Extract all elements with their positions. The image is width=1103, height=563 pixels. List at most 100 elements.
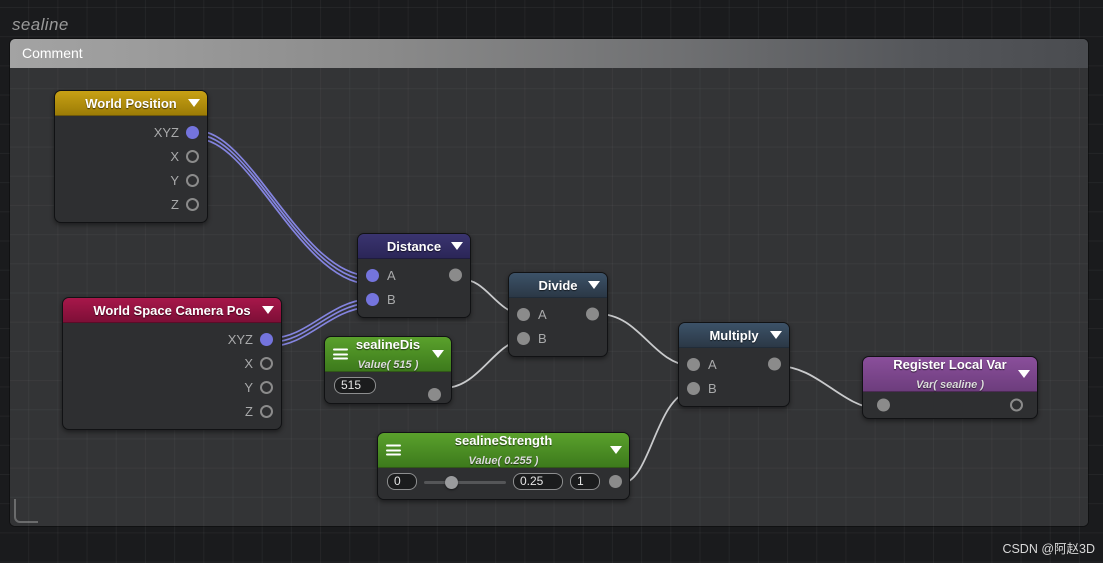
- node-body: A B: [358, 259, 470, 317]
- port-dot-x[interactable]: [186, 149, 199, 163]
- node-world-position[interactable]: World Position XYZ X Y Z: [54, 90, 208, 223]
- port-dot-output[interactable]: [586, 307, 599, 321]
- node-header[interactable]: sealineStrength Value( 0.255 ): [378, 433, 629, 468]
- port-label: Y: [170, 172, 179, 188]
- port-dot-input-b[interactable]: [517, 331, 530, 345]
- slider-max-input[interactable]: 1: [570, 473, 600, 490]
- port-dot-input-b[interactable]: [687, 381, 700, 395]
- node-header[interactable]: Distance: [358, 234, 470, 259]
- port-dot-output[interactable]: [609, 475, 622, 488]
- port-label: A: [538, 306, 547, 322]
- port-row-z[interactable]: Z: [63, 399, 281, 423]
- port-dot-z[interactable]: [186, 197, 199, 211]
- node-title: Distance: [386, 238, 442, 254]
- port-row-b[interactable]: B: [509, 326, 607, 350]
- node-title: Register Local Var: [893, 357, 1007, 372]
- port-label: A: [387, 267, 396, 283]
- node-header[interactable]: World Position: [55, 91, 207, 116]
- chevron-down-icon[interactable]: [188, 99, 200, 107]
- node-sealine-strength[interactable]: sealineStrength Value( 0.255 ) 0 0.25 1: [377, 432, 630, 500]
- port-label: Y: [244, 379, 253, 395]
- node-body: A B: [509, 298, 607, 356]
- slider-knob[interactable]: [444, 475, 458, 489]
- chevron-down-icon[interactable]: [451, 242, 463, 250]
- hamburger-menu-icon[interactable]: [333, 348, 348, 360]
- port-row-b[interactable]: B: [358, 287, 470, 311]
- node-divide[interactable]: Divide A B: [508, 272, 608, 357]
- node-body: XYZ X Y Z: [63, 323, 281, 429]
- port-row-x[interactable]: X: [55, 144, 207, 168]
- slider-value-input[interactable]: 0.25: [513, 473, 563, 490]
- node-distance[interactable]: Distance A B: [357, 233, 471, 318]
- port-dot-y[interactable]: [260, 380, 273, 394]
- port-dot-input[interactable]: [877, 398, 890, 412]
- port-dot-x[interactable]: [260, 356, 273, 370]
- port-dot-input-a[interactable]: [687, 357, 700, 371]
- comment-group-label: Comment: [22, 45, 83, 61]
- slider-row[interactable]: 0 0.25 1: [378, 468, 629, 493]
- port-label: X: [170, 148, 179, 164]
- value-slider[interactable]: [424, 474, 506, 490]
- node-title: Divide: [538, 277, 578, 293]
- chevron-down-icon[interactable]: [432, 350, 444, 358]
- port-label: X: [244, 355, 253, 371]
- io-row[interactable]: [863, 392, 1037, 418]
- node-header[interactable]: Multiply: [679, 323, 789, 348]
- port-label: A: [708, 356, 717, 372]
- port-dot-input-b[interactable]: [366, 292, 379, 306]
- port-row-x[interactable]: X: [63, 351, 281, 375]
- comment-group-header[interactable]: Comment: [10, 39, 1088, 68]
- chevron-down-icon[interactable]: [610, 446, 622, 454]
- node-world-space-camera-pos[interactable]: World Space Camera Pos XYZ X Y Z: [62, 297, 282, 430]
- chevron-down-icon[interactable]: [1018, 370, 1030, 378]
- port-row-a[interactable]: A: [509, 302, 607, 326]
- port-row-z[interactable]: Z: [55, 192, 207, 216]
- watermark: CSDN @阿赵3D: [1002, 542, 1095, 556]
- shader-graph-canvas[interactable]: sealine Comment World Position XYZ X Y Z…: [0, 0, 1103, 563]
- port-label: XYZ: [153, 124, 179, 140]
- node-register-local-var[interactable]: Register Local Var Var( sealine ): [862, 356, 1038, 419]
- port-row-y[interactable]: Y: [63, 375, 281, 399]
- port-dot-output[interactable]: [428, 388, 441, 401]
- port-row-xyz[interactable]: XYZ: [63, 327, 281, 351]
- node-title: sealineDis: [355, 337, 421, 352]
- node-multiply[interactable]: Multiply A B: [678, 322, 790, 407]
- port-dot-y[interactable]: [186, 173, 199, 187]
- port-label: B: [538, 330, 547, 346]
- slider-min-input[interactable]: 0: [387, 473, 417, 490]
- chevron-down-icon[interactable]: [770, 331, 782, 339]
- port-dot-input-a[interactable]: [517, 307, 530, 321]
- port-row-xyz[interactable]: XYZ: [55, 120, 207, 144]
- node-subtitle: Value( 0.255 ): [468, 455, 539, 467]
- node-sealine-dis[interactable]: sealineDis Value( 515 ) 515: [324, 336, 452, 404]
- port-row-a[interactable]: A: [679, 352, 789, 376]
- chevron-down-icon[interactable]: [588, 281, 600, 289]
- slider-track: [424, 480, 506, 484]
- node-body: 0 0.25 1: [378, 468, 629, 499]
- value-input[interactable]: 515: [334, 377, 376, 394]
- port-dot-xyz[interactable]: [186, 125, 199, 139]
- port-dot-xyz[interactable]: [260, 332, 273, 346]
- port-dot-output[interactable]: [449, 268, 462, 282]
- port-dot-output[interactable]: [1010, 398, 1023, 412]
- node-header[interactable]: Divide: [509, 273, 607, 298]
- port-label: Z: [171, 196, 179, 212]
- node-subtitle: Var( sealine ): [915, 379, 985, 391]
- node-header[interactable]: sealineDis Value( 515 ): [325, 337, 451, 372]
- hamburger-menu-icon[interactable]: [386, 444, 401, 456]
- port-dot-input-a[interactable]: [366, 268, 379, 282]
- chevron-down-icon[interactable]: [262, 306, 274, 314]
- graph-title: sealine: [12, 15, 69, 34]
- node-body: A B: [679, 348, 789, 406]
- port-label: B: [387, 291, 396, 307]
- node-title: World Position: [85, 95, 177, 111]
- node-header[interactable]: Register Local Var Var( sealine ): [863, 357, 1037, 392]
- port-dot-z[interactable]: [260, 404, 273, 418]
- value-row[interactable]: 515: [325, 372, 451, 401]
- port-row-y[interactable]: Y: [55, 168, 207, 192]
- port-row-a[interactable]: A: [358, 263, 470, 287]
- port-row-b[interactable]: B: [679, 376, 789, 400]
- comment-resize-handle-icon[interactable]: [14, 499, 38, 523]
- port-dot-output[interactable]: [768, 357, 781, 371]
- node-header[interactable]: World Space Camera Pos: [63, 298, 281, 323]
